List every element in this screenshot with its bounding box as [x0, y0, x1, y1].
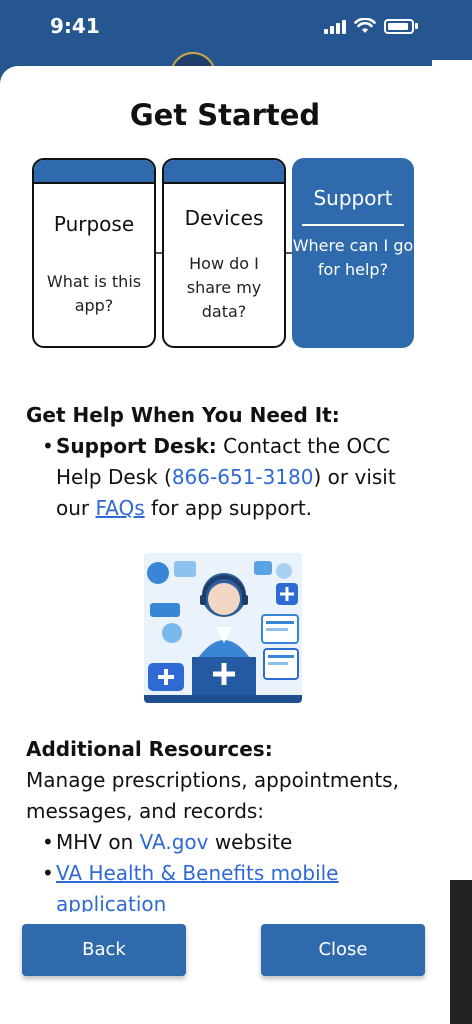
page-title: Get Started: [129, 98, 321, 132]
mhv-prefix: MHV on: [56, 830, 140, 854]
signal-icon: [324, 20, 346, 34]
get-started-sheet: Get Started Purpose What is this app? De…: [0, 66, 450, 1024]
support-desk-item: Support Desk: Contact the OCC Help Desk …: [26, 431, 426, 524]
support-agent-illustration: [144, 553, 302, 703]
step-question: How do I share my data?: [186, 254, 262, 321]
step-card-cap: [34, 160, 154, 184]
step-card-devices[interactable]: Devices How do I share my data?: [162, 158, 286, 348]
step-divider: [302, 224, 404, 226]
step-question: Where can I go for help?: [292, 236, 414, 279]
help-text: for app support.: [144, 496, 313, 520]
step-card-purpose[interactable]: Purpose What is this app?: [32, 158, 156, 348]
list-item: VA Health & Benefits mobile application: [26, 858, 426, 920]
mhv-suffix: website: [208, 830, 293, 854]
back-button[interactable]: Back: [22, 924, 186, 976]
help-section: Get Help When You Need It: Support Desk:…: [26, 400, 426, 524]
step-title: Devices: [184, 206, 264, 230]
phone-link[interactable]: 866-651-3180: [172, 465, 314, 489]
step-card-support[interactable]: Support Where can I go for help?: [292, 158, 414, 348]
resources-intro: Manage prescriptions, appointments, mess…: [26, 768, 399, 823]
list-item: MHV on VA.gov website: [26, 827, 426, 858]
step-card-cap: [164, 160, 284, 184]
vagov-link[interactable]: VA.gov: [140, 830, 209, 854]
resources-section: Additional Resources: Manage prescriptio…: [26, 734, 426, 920]
resources-heading: Additional Resources:: [26, 737, 273, 761]
status-time: 9:41: [50, 14, 100, 38]
status-icons: [324, 18, 418, 34]
faq-link[interactable]: FAQs: [96, 496, 145, 520]
step-question: What is this app?: [46, 272, 142, 315]
mobile-app-link[interactable]: VA Health & Benefits mobile application: [56, 861, 338, 916]
status-bar: 9:41: [0, 0, 472, 56]
step-title: Purpose: [53, 212, 135, 236]
close-button[interactable]: Close: [261, 924, 425, 976]
wifi-icon: [354, 18, 376, 33]
step-title: Support: [313, 186, 393, 210]
battery-icon: [384, 19, 418, 34]
support-desk-label: Support Desk:: [56, 434, 217, 458]
help-heading: Get Help When You Need It:: [26, 403, 340, 427]
